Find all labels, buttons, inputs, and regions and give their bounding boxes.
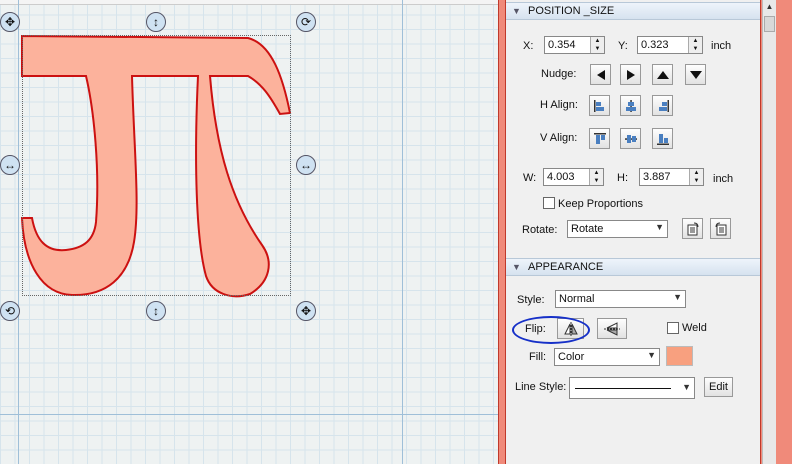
spinner-icon[interactable]: ▲ ▼ bbox=[688, 37, 702, 53]
y-field[interactable]: 0.323 ▲ ▼ bbox=[637, 36, 703, 54]
rotate-icon[interactable]: ⟳ bbox=[296, 12, 316, 32]
edit-line-style-button[interactable]: Edit bbox=[704, 377, 733, 397]
rotate-value: Rotate bbox=[571, 223, 604, 235]
keep-proportions-checkbox[interactable] bbox=[543, 197, 555, 209]
appearance-header[interactable]: ▼ APPEARANCE bbox=[506, 258, 760, 276]
flip-vertical-icon[interactable] bbox=[597, 318, 627, 339]
chevron-down-icon: ▼ bbox=[655, 222, 664, 232]
x-field[interactable]: 0.354 ▲ ▼ bbox=[544, 36, 605, 54]
weld-label: Weld bbox=[682, 322, 707, 334]
x-label: X: bbox=[523, 40, 534, 52]
rotate-label: Rotate: bbox=[522, 224, 558, 236]
arrow-left-icon[interactable] bbox=[590, 64, 611, 85]
chevron-down-icon: ▼ bbox=[673, 292, 682, 302]
edit-label: Edit bbox=[709, 381, 728, 393]
scroll-thumb[interactable] bbox=[764, 16, 775, 32]
properties-panel: ▼ POSITION _SIZE X: 0.354 ▲ ▼ Y: 0.323 ▲ ▼… bbox=[506, 0, 760, 464]
spinner-icon[interactable]: ▲ ▼ bbox=[589, 169, 603, 185]
align-right-icon[interactable] bbox=[652, 95, 673, 116]
weld-checkbox[interactable] bbox=[667, 322, 679, 334]
fill-label: Fill: bbox=[529, 351, 547, 363]
rotate-left-icon[interactable] bbox=[682, 218, 703, 239]
resize-horizontal-icon[interactable]: ↔ bbox=[0, 155, 20, 175]
w-label: W: bbox=[523, 172, 537, 184]
align-top-icon[interactable] bbox=[589, 128, 610, 149]
collapse-triangle-icon[interactable]: ▼ bbox=[512, 262, 521, 272]
spinner-icon[interactable]: ▲ ▼ bbox=[689, 169, 703, 185]
nudge-label: Nudge: bbox=[541, 68, 577, 80]
h-align-label: H Align: bbox=[540, 99, 578, 111]
y-value: 0.323 bbox=[641, 39, 669, 51]
rotate-icon[interactable]: ⟲ bbox=[0, 301, 20, 321]
section-title: POSITION _SIZE bbox=[528, 5, 615, 17]
resize-vertical-icon[interactable]: ↕ bbox=[146, 301, 166, 321]
align-center-icon[interactable] bbox=[620, 95, 641, 116]
fill-select[interactable]: Color ▼ bbox=[554, 348, 660, 366]
selection-bounding-box bbox=[22, 35, 291, 296]
x-value: 0.354 bbox=[548, 39, 576, 51]
move-icon[interactable]: ✥ bbox=[0, 12, 20, 32]
keep-proportions-label: Keep Proportions bbox=[558, 198, 643, 210]
w-value: 4.003 bbox=[547, 171, 575, 183]
arrow-down-icon[interactable] bbox=[685, 64, 706, 85]
style-value: Normal bbox=[559, 293, 595, 305]
spinner-icon[interactable]: ▲ ▼ bbox=[590, 37, 604, 53]
h-label: H: bbox=[617, 172, 628, 184]
w-field[interactable]: 4.003 ▲ ▼ bbox=[543, 168, 604, 186]
panel-divider[interactable] bbox=[498, 0, 506, 464]
annotation-circle bbox=[512, 316, 590, 344]
resize-horizontal-icon[interactable]: ↔ bbox=[296, 155, 316, 175]
panel-scrollbar[interactable]: ▲ bbox=[762, 0, 776, 464]
resize-vertical-icon[interactable]: ↕ bbox=[146, 12, 166, 32]
size-unit: inch bbox=[713, 173, 734, 185]
rotate-select[interactable]: Rotate ▼ bbox=[567, 220, 668, 238]
style-label: Style: bbox=[517, 294, 545, 306]
move-icon[interactable]: ✥ bbox=[296, 301, 316, 321]
fill-color-swatch[interactable] bbox=[666, 346, 693, 366]
collapse-triangle-icon[interactable]: ▼ bbox=[512, 6, 521, 16]
style-select[interactable]: Normal ▼ bbox=[555, 290, 686, 308]
align-bottom-icon[interactable] bbox=[652, 128, 673, 149]
design-canvas[interactable]: ✥ ↕ ⟳ ↔ ↔ ⟲ ↕ ✥ bbox=[0, 0, 498, 464]
arrow-up-icon[interactable] bbox=[652, 64, 673, 85]
line-style-select[interactable]: ▼ bbox=[569, 377, 695, 399]
v-align-label: V Align: bbox=[540, 132, 578, 144]
line-style-label: Line Style: bbox=[515, 381, 567, 393]
position-size-header[interactable]: ▼ POSITION _SIZE bbox=[506, 2, 760, 20]
y-label: Y: bbox=[618, 40, 628, 52]
line-preview bbox=[575, 387, 671, 389]
scroll-up-icon[interactable]: ▲ bbox=[763, 2, 776, 14]
position-unit: inch bbox=[711, 40, 732, 52]
align-left-icon[interactable] bbox=[589, 95, 610, 116]
h-value: 3.887 bbox=[643, 171, 671, 183]
arrow-right-icon[interactable] bbox=[620, 64, 641, 85]
h-field[interactable]: 3.887 ▲ ▼ bbox=[639, 168, 704, 186]
align-middle-icon[interactable] bbox=[620, 128, 641, 149]
fill-value: Color bbox=[558, 351, 585, 363]
rotate-right-icon[interactable] bbox=[710, 218, 731, 239]
section-title: APPEARANCE bbox=[528, 261, 604, 273]
chevron-down-icon: ▼ bbox=[647, 350, 656, 360]
chevron-down-icon: ▼ bbox=[682, 382, 691, 392]
